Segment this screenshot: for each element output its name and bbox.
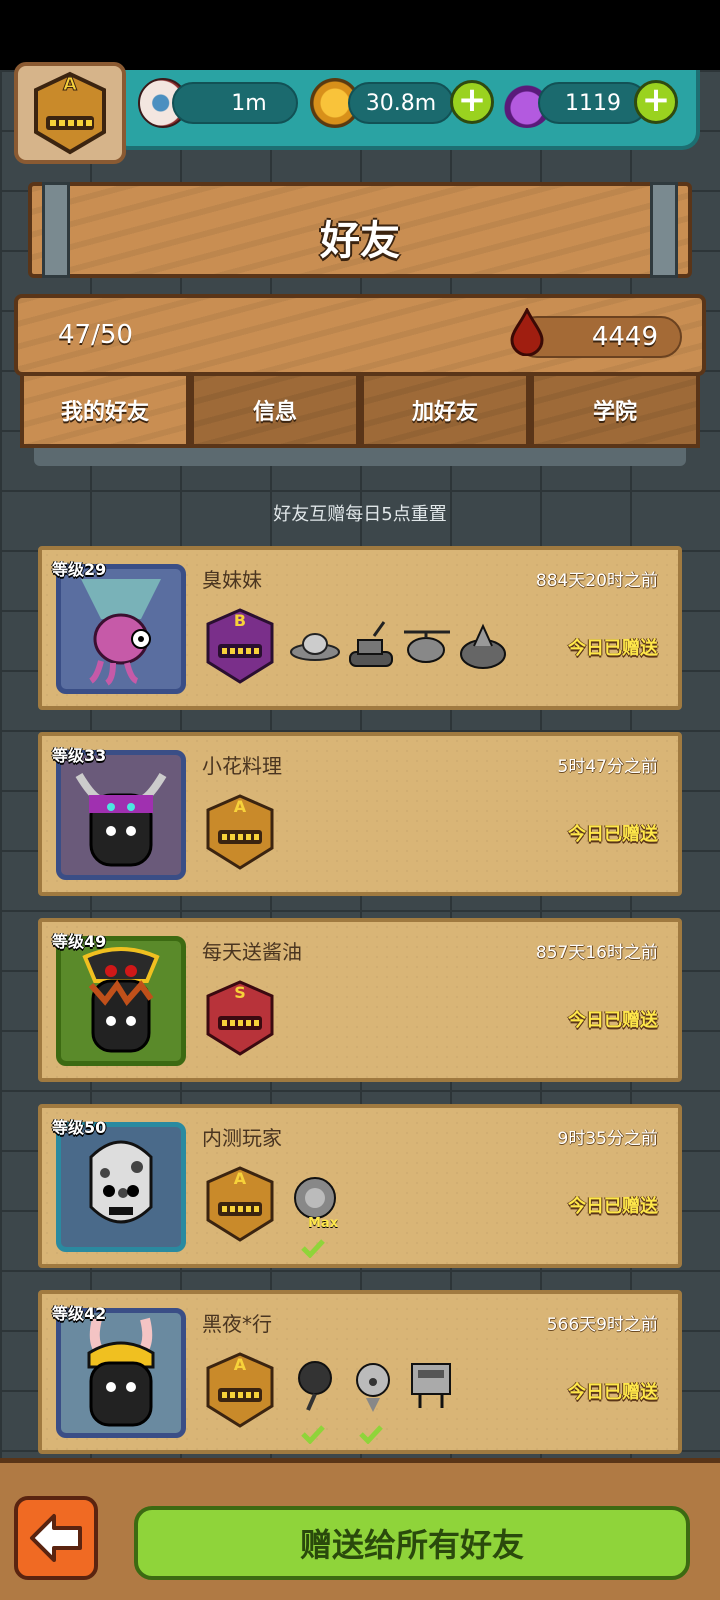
friend-level: 等级29 <box>52 560 107 579</box>
resource-bar: 1m 30.8m + 1119 + <box>110 70 700 150</box>
tab-academy[interactable]: 学院 <box>530 376 700 448</box>
friend-card[interactable]: 等级33 小花料理 5时47分之前 A 今日已赠送 <box>38 732 682 896</box>
friend-last-active: 566天9时之前 <box>546 1315 658 1335</box>
friend-avatar[interactable] <box>56 936 186 1066</box>
clown-unit-icon <box>356 1363 390 1412</box>
friend-level: 等级49 <box>52 932 107 951</box>
friend-card[interactable]: 等级50 内测玩家 9时35分之前 A Max 今日已赠送 <box>38 1104 682 1268</box>
samurai-monster-icon <box>82 947 160 1053</box>
friend-card[interactable]: 等级49 每天送酱油 857天16时之前 S 今日已赠送 <box>38 918 682 1082</box>
friend-last-active: 9时35分之前 <box>557 1129 658 1149</box>
blood-drop-icon <box>510 308 544 356</box>
player-rank-letter: A <box>63 74 77 95</box>
friend-name: 黑夜*行 <box>202 1312 272 1336</box>
back-button[interactable] <box>14 1496 98 1580</box>
check-icon <box>301 1239 325 1258</box>
stats-board: 47/50 4449 <box>14 294 706 376</box>
friend-last-active: 5时47分之前 <box>557 757 658 777</box>
octopus-monster-icon <box>81 579 161 686</box>
bunny-monster-icon <box>87 1317 155 1427</box>
coin-resource-value: 30.8m <box>348 82 454 124</box>
gift-all-friends-button[interactable]: 赠送给所有好友 <box>134 1506 690 1580</box>
rose-unit-icon <box>298 1361 332 1411</box>
reset-note: 好友互赠每日5点重置 <box>273 504 447 525</box>
rank-letter: B <box>234 611 246 630</box>
rank-b-badge-icon: B <box>206 608 274 684</box>
robot-unit-icon <box>411 1363 451 1408</box>
rank-s-badge-icon: S <box>206 980 274 1056</box>
blood-resource-pill: 4449 <box>510 308 682 358</box>
add-coins-button[interactable]: + <box>450 80 494 124</box>
rank-a-badge-icon: A <box>206 794 274 870</box>
friend-avatar[interactable] <box>56 750 186 880</box>
player-rank-badge-icon: A <box>34 71 106 155</box>
friend-name: 臭妹妹 <box>202 568 262 592</box>
potion-resource-value: 1119 <box>538 82 648 124</box>
friend-level: 等级50 <box>52 1118 107 1137</box>
friend-level: 等级42 <box>52 1304 107 1323</box>
rank-letter: A <box>234 797 247 816</box>
friend-card[interactable]: 等级29 臭妹妹 884天20时之前 B 今日已赠送 <box>38 546 682 710</box>
gift-status: 今日已赠送 <box>568 824 658 845</box>
rank-a-badge-icon: A <box>206 1352 274 1428</box>
friend-avatar[interactable] <box>56 1122 186 1252</box>
rank-letter: A <box>234 1355 247 1374</box>
status-bar <box>0 0 720 70</box>
page-title: 好友 <box>320 218 400 264</box>
tab-underbar <box>34 448 686 466</box>
player-avatar[interactable]: A <box>14 62 126 164</box>
gift-status: 今日已赠送 <box>568 1010 658 1031</box>
turtle-unit-icon <box>460 623 506 669</box>
tank-unit-icon <box>349 621 393 667</box>
helicopter-unit-icon <box>404 630 450 663</box>
gift-status: 今日已赠送 <box>568 1196 658 1217</box>
skull-monster-icon <box>89 1140 153 1224</box>
friend-last-active: 857天16时之前 <box>535 943 658 963</box>
tab-add-friend[interactable]: 加好友 <box>360 376 530 448</box>
add-potions-button[interactable]: + <box>634 80 678 124</box>
friend-name: 每天送酱油 <box>202 940 302 964</box>
friend-last-active: 884天20时之前 <box>535 571 658 591</box>
ufo-unit-icon <box>290 633 340 661</box>
max-label: Max <box>308 1216 339 1231</box>
friend-name: 内测玩家 <box>202 1126 282 1150</box>
rank-a-badge-icon: A <box>206 1166 274 1242</box>
friend-avatar[interactable] <box>56 1308 186 1438</box>
blood-value: 4449 <box>591 322 658 352</box>
eye-resource-value: 1m <box>172 82 298 124</box>
gift-status: 今日已赠送 <box>568 638 658 659</box>
friend-level: 等级33 <box>52 746 107 765</box>
tab-messages[interactable]: 信息 <box>190 376 360 448</box>
rank-letter: A <box>234 1169 247 1188</box>
gift-status: 今日已赠送 <box>568 1382 658 1403</box>
friend-card[interactable]: 等级42 黑夜*行 566天9时之前 A 今日已赠送 <box>38 1290 682 1454</box>
back-arrow-icon <box>30 1514 82 1562</box>
horned-monster-icon <box>75 772 167 867</box>
friend-name: 小花料理 <box>202 754 282 778</box>
rank-letter: S <box>234 983 246 1002</box>
check-icon <box>301 1425 325 1444</box>
friend-count: 47/50 <box>58 320 133 350</box>
title-board: 好友 <box>28 182 692 278</box>
tab-my-friends[interactable]: 我的好友 <box>20 376 190 448</box>
tab-bar: 我的好友 信息 加好友 学院 <box>20 376 700 448</box>
friend-avatar[interactable] <box>56 564 186 694</box>
check-icon <box>359 1425 383 1444</box>
